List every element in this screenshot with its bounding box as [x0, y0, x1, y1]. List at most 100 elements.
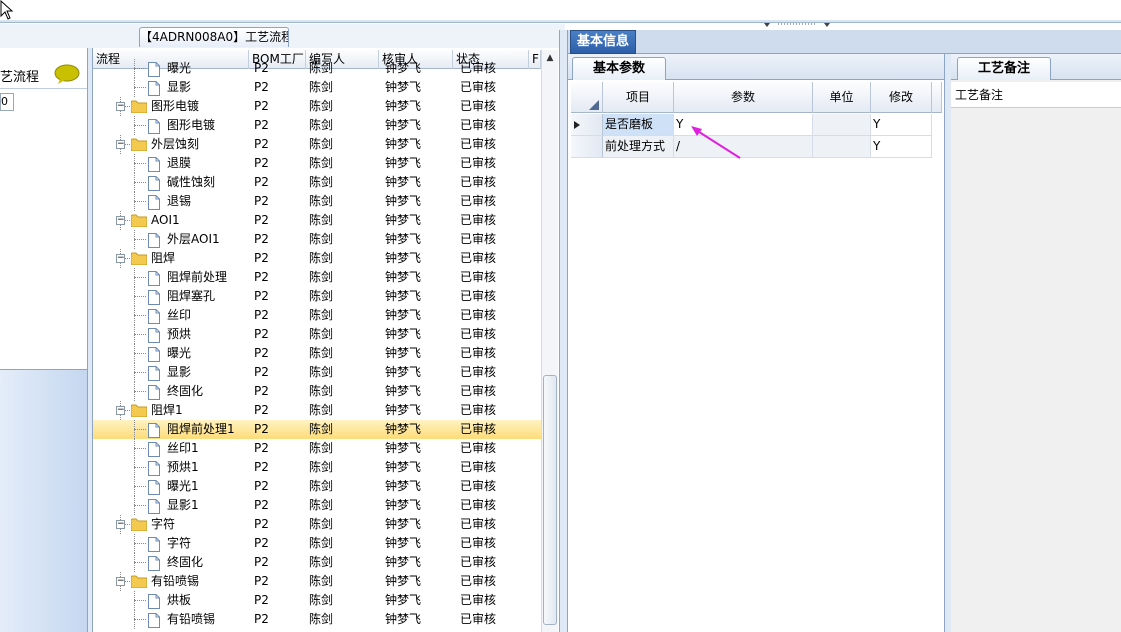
tree-row[interactable]: 显影1 P2 陈剑 钟梦飞 已审核	[93, 496, 541, 515]
column-header-item[interactable]: 项目	[603, 82, 674, 113]
middle-splitter[interactable]	[559, 30, 568, 632]
collapse-icon[interactable]: −	[116, 520, 125, 529]
splitter-grip-icon[interactable]	[760, 20, 835, 30]
column-header-param[interactable]: 参数	[674, 82, 813, 113]
tree-row[interactable]: 曝光 P2 陈剑 钟梦飞 已审核	[93, 344, 541, 363]
tree-row[interactable]: − AOI1 P2 陈剑 钟梦飞 已审核	[93, 211, 541, 230]
collapse-icon[interactable]: −	[116, 577, 125, 586]
tree-row[interactable]: − 字符 P2 陈剑 钟梦飞 已审核	[93, 515, 541, 534]
left-panel-field[interactable]: 0	[0, 93, 14, 111]
tree-row[interactable]: 丝印1 P2 陈剑 钟梦飞 已审核	[93, 439, 541, 458]
param-unit-cell[interactable]	[813, 114, 871, 136]
params-corner-header	[571, 82, 603, 113]
row-header[interactable]	[571, 114, 603, 136]
bom-cell: P2	[254, 289, 269, 303]
tab-process-flow[interactable]: 【4ADRN008A0】工艺流程	[139, 27, 289, 47]
tree-row[interactable]: 退膜 P2 陈剑 钟梦飞 已审核	[93, 154, 541, 173]
status-cell: 已审核	[460, 536, 497, 550]
tree-row[interactable]: 有铅喷锡 P2 陈剑 钟梦飞 已审核	[93, 610, 541, 629]
tree-row[interactable]: 阻焊塞孔 P2 陈剑 钟梦飞 已审核	[93, 287, 541, 306]
tree-node-label: 终固化	[167, 384, 204, 398]
right-splitter[interactable]	[944, 54, 951, 632]
collapse-icon[interactable]: −	[116, 140, 125, 149]
status-cell: 已审核	[460, 327, 497, 341]
writer-cell: 陈剑	[309, 232, 334, 246]
reviewer-cell: 钟梦飞	[385, 289, 422, 303]
tree-row[interactable]: 阻焊前处理1 P2 陈剑 钟梦飞 已审核	[93, 420, 541, 439]
collapse-icon[interactable]: −	[116, 102, 125, 111]
reviewer-cell: 钟梦飞	[385, 80, 422, 94]
tab-basic-params[interactable]: 基本参数	[572, 57, 666, 80]
params-row[interactable]: 前处理方式 / Y	[571, 136, 942, 158]
chat-bubble-icon[interactable]	[54, 64, 80, 84]
bom-cell: P2	[254, 194, 269, 208]
writer-cell: 陈剑	[309, 479, 334, 493]
scroll-up-icon[interactable]: ▲	[544, 53, 556, 65]
column-header-extra	[932, 82, 942, 113]
tree-row[interactable]: − 阻焊1 P2 陈剑 钟梦飞 已审核	[93, 401, 541, 420]
tree-row[interactable]: 外层AOI1 P2 陈剑 钟梦飞 已审核	[93, 230, 541, 249]
row-header[interactable]	[571, 136, 603, 158]
tree-node-label: 退膜	[167, 156, 192, 170]
tree-guide-line	[134, 486, 146, 487]
current-row-icon	[574, 121, 580, 129]
left-panel-header: 艺流程 0	[0, 48, 87, 370]
tree-row[interactable]: 阻焊前处理 P2 陈剑 钟梦飞 已审核	[93, 268, 541, 287]
column-header-unit[interactable]: 单位	[813, 82, 871, 113]
tree-row[interactable]: 退锡 P2 陈剑 钟梦飞 已审核	[93, 192, 541, 211]
params-panel: 基本参数 项目 参数 单位 修改 是否磨板 Y Y 前处理方式 / Y	[568, 54, 946, 632]
tree-node-label: 显影	[167, 80, 192, 94]
tab-process-remarks[interactable]: 工艺备注	[957, 57, 1051, 80]
tree-row[interactable]: 曝光1 P2 陈剑 钟梦飞 已审核	[93, 477, 541, 496]
tree-node-label: 碱性蚀刻	[167, 175, 216, 189]
tree-guide-line	[134, 277, 146, 278]
status-cell: 已审核	[460, 175, 497, 189]
tree-row[interactable]: 显影 P2 陈剑 钟梦飞 已审核	[93, 363, 541, 382]
status-cell: 已审核	[460, 384, 497, 398]
tree-row[interactable]: 图形电镀 P2 陈剑 钟梦飞 已审核	[93, 116, 541, 135]
status-cell: 已审核	[460, 194, 497, 208]
param-unit-cell[interactable]	[813, 136, 871, 158]
writer-cell: 陈剑	[309, 118, 334, 132]
writer-cell: 陈剑	[309, 175, 334, 189]
bom-cell: P2	[254, 574, 269, 588]
tree-row[interactable]: 显影 P2 陈剑 钟梦飞 已审核	[93, 78, 541, 97]
tree-guide-line	[134, 429, 146, 430]
tree-row[interactable]: − 阻焊 P2 陈剑 钟梦飞 已审核	[93, 249, 541, 268]
tree-row[interactable]: 终固化 P2 陈剑 钟梦飞 已审核	[93, 382, 541, 401]
tree-row[interactable]: 预烘1 P2 陈剑 钟梦飞 已审核	[93, 458, 541, 477]
tree-row[interactable]: − 外层蚀刻 P2 陈剑 钟梦飞 已审核	[93, 135, 541, 154]
param-item-cell[interactable]: 是否磨板	[603, 114, 674, 136]
tree-node-label: 曝光	[167, 61, 192, 75]
tree-row[interactable]: 字符 P2 陈剑 钟梦飞 已审核	[93, 534, 541, 553]
tree-guide-line	[134, 296, 146, 297]
tree-row[interactable]: 预烘 P2 陈剑 钟梦飞 已审核	[93, 325, 541, 344]
tree-row[interactable]: 碱性蚀刻 P2 陈剑 钟梦飞 已审核	[93, 173, 541, 192]
param-modify-cell[interactable]: Y	[871, 136, 932, 158]
tree-guide-line	[134, 163, 146, 164]
tree-guide-line	[134, 619, 146, 620]
tree-node-label: 阻焊1	[151, 403, 183, 417]
collapse-icon[interactable]: −	[116, 254, 125, 263]
tree-row[interactable]: − 有铅喷锡 P2 陈剑 钟梦飞 已审核	[93, 572, 541, 591]
tree-row[interactable]: 丝印 P2 陈剑 钟梦飞 已审核	[93, 306, 541, 325]
tab-basic-info[interactable]: 基本信息	[570, 30, 636, 54]
column-header-modify[interactable]: 修改	[871, 82, 932, 113]
tree-row[interactable]: 终固化 P2 陈剑 钟梦飞 已审核	[93, 553, 541, 572]
tree-row[interactable]: 烘板 P2 陈剑 钟梦飞 已审核	[93, 591, 541, 610]
tree-node-label: 外层AOI1	[167, 232, 220, 246]
tree-node-label: 退锡	[167, 194, 192, 208]
collapse-icon[interactable]: −	[116, 216, 125, 225]
status-cell: 已审核	[460, 137, 497, 151]
tree-scrollbar[interactable]: ▲	[541, 50, 558, 632]
tree-row[interactable]: − 图形电镀 P2 陈剑 钟梦飞 已审核	[93, 97, 541, 116]
tree-row[interactable]: 曝光 P2 陈剑 钟梦飞 已审核	[93, 59, 541, 78]
remarks-textarea[interactable]	[951, 108, 1121, 632]
collapse-icon[interactable]: −	[116, 406, 125, 415]
reviewer-cell: 钟梦飞	[385, 365, 422, 379]
param-item-cell[interactable]: 前处理方式	[603, 136, 674, 158]
writer-cell: 陈剑	[309, 441, 334, 455]
param-modify-cell[interactable]: Y	[871, 114, 932, 136]
scrollbar-thumb[interactable]	[543, 375, 557, 625]
params-row[interactable]: 是否磨板 Y Y	[571, 114, 942, 136]
